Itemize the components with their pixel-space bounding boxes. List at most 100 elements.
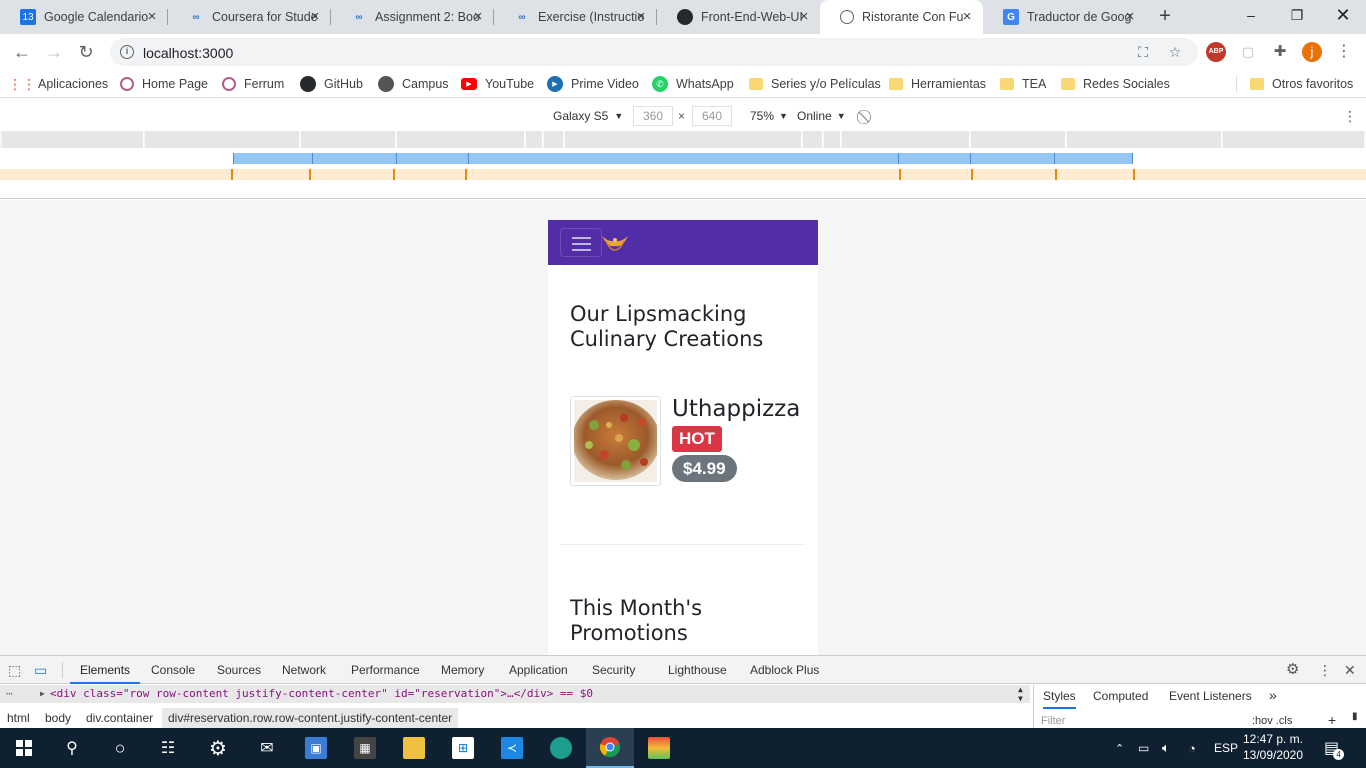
store-icon[interactable]: ⊞ [439,728,487,768]
window-close-icon[interactable]: ✕ [1320,0,1366,30]
tab-application[interactable]: Application [509,656,568,684]
close-icon[interactable]: × [633,9,649,25]
bookmark-campus[interactable]: Campus [378,75,449,93]
tab-exercise[interactable]: ∞ Exercise (Instructio × [494,0,657,34]
close-icon[interactable]: × [144,9,160,25]
bookmark-star-icon[interactable]: ☆ [1166,43,1184,61]
bookmark-otros-favoritos[interactable]: Otros favoritos [1250,75,1353,93]
ruler-segment[interactable] [1223,131,1365,148]
wifi-icon[interactable]: ◔ [1188,728,1196,768]
menu-kebab-icon[interactable]: ⋮ [1334,42,1354,62]
zoom-select[interactable]: 75% ▼ [750,106,788,126]
tab-computed[interactable]: Computed [1093,689,1148,703]
ruler-segment[interactable] [2,131,144,148]
ruler-segment[interactable] [565,131,802,148]
chrome-icon[interactable] [586,728,634,768]
tab-google-calendar[interactable]: 13 Google Calendario × [0,0,168,34]
bookmark-series[interactable]: Series y/o Películas [749,75,881,93]
more-options-icon[interactable]: ⋮ [1343,106,1357,126]
ruler-segment[interactable] [971,131,1066,148]
breadcrumb-container[interactable]: div.container [86,708,153,728]
tab-assignment[interactable]: ∞ Assignment 2: Boo × [331,0,494,34]
vscode-icon[interactable]: ≺ [488,728,536,768]
device-width-input[interactable]: 360 [633,106,673,126]
navbar-toggler-button[interactable] [560,228,602,257]
device-presets-ruler[interactable] [0,131,1366,148]
windows-start-icon[interactable] [0,728,48,768]
tab-network[interactable]: Network [282,656,326,684]
tab-ristorante[interactable]: Ristorante Con Fu × [820,0,983,34]
tab-elements[interactable]: Elements [70,656,141,684]
calculator-icon[interactable]: ▦ [341,728,389,768]
restaurant-logo-icon[interactable] [600,232,630,254]
more-tabs-icon[interactable]: » [1269,687,1277,703]
close-icon[interactable]: × [796,9,812,25]
ruler-segment[interactable] [301,131,396,148]
remote-desktop-icon[interactable]: ▣ [292,728,340,768]
bookmark-home-page[interactable]: Home Page [120,75,208,93]
toggle-sidebar-icon[interactable]: ▮ [1352,711,1358,722]
tab-github[interactable]: Front-End-Web-UI × [657,0,820,34]
dom-tree-selected-node[interactable]: ⋯ ▶ <div class="row row-content justify-… [0,685,1030,703]
reload-icon[interactable]: ↻ [74,40,98,64]
ellipsis-icon[interactable]: ⋯ [6,685,13,703]
devtools-menu-icon[interactable]: ⋮ [1318,656,1332,684]
media-query-bar-max-width[interactable] [233,153,1133,164]
bookmark-ferrum[interactable]: Ferrum [222,75,284,93]
bookmark-whatsapp[interactable]: ✆ WhatsApp [652,75,734,93]
scroll-arrows-icon[interactable]: ▲ ▼ [1018,685,1023,703]
network-throttle-select[interactable]: Online ▼ [797,106,846,126]
task-view-icon[interactable]: ☷ [144,728,192,768]
back-icon[interactable]: ← [10,40,34,64]
tab-security[interactable]: Security [592,656,635,684]
file-explorer-icon[interactable] [390,728,438,768]
system-clock[interactable]: 12:47 p. m. 13/09/2020 [1240,731,1306,763]
ruler-segment[interactable] [1067,131,1222,148]
close-icon[interactable]: × [307,9,323,25]
extension-placeholder-icon[interactable]: ▢ [1238,42,1258,62]
settings-gear-icon[interactable]: ⚙ [1286,656,1299,684]
device-height-input[interactable]: 640 [692,106,732,126]
url-text[interactable]: localhost:3000 [143,45,233,61]
close-icon[interactable]: × [1122,9,1138,25]
tab-memory[interactable]: Memory [441,656,484,684]
tab-coursera[interactable]: ∞ Coursera for Stude × [168,0,331,34]
media-query-bar-min-width[interactable] [0,169,1366,180]
restore-icon[interactable]: ❐ [1274,0,1320,30]
close-icon[interactable]: × [959,9,975,25]
bookmark-apps[interactable]: ⋮⋮ Aplicaciones [8,75,108,93]
bookmark-prime-video[interactable]: ▶ Prime Video [547,75,639,93]
tab-styles[interactable]: Styles [1043,689,1076,709]
ruler-segment[interactable] [397,131,525,148]
tab-lighthouse[interactable]: Lighthouse [668,656,727,684]
tab-sources[interactable]: Sources [217,656,261,684]
tab-performance[interactable]: Performance [351,656,420,684]
tab-adblock-plus[interactable]: Adblock Plus [750,656,819,684]
address-bar[interactable]: i localhost:3000 ⛶ ☆ [110,38,1198,66]
tray-show-hidden-icon[interactable]: ⌃ [1115,728,1124,768]
translate-page-icon[interactable]: ⛶ [1134,43,1152,61]
device-select[interactable]: Galaxy S5 ▼ [553,106,623,126]
volume-icon[interactable]: 🔈︎ [1162,728,1170,768]
bookmark-herramientas[interactable]: Herramientas [889,75,986,93]
site-info-icon[interactable]: i [120,45,134,59]
search-icon[interactable]: ⚲ [48,728,96,768]
breadcrumb-reservation[interactable]: div#reservation.row.row-content.justify-… [162,708,459,728]
close-icon[interactable]: × [470,9,486,25]
expand-triangle-icon[interactable]: ▶ [40,685,45,703]
new-style-rule-icon[interactable]: + [1328,712,1336,728]
styles-filter-input[interactable]: Filter [1041,715,1065,727]
inspect-element-icon[interactable]: ⬚ [8,656,26,684]
forward-icon[interactable]: → [42,40,66,64]
edge-icon[interactable] [537,728,585,768]
ruler-segment[interactable] [803,131,823,148]
battery-icon[interactable]: ▭ [1138,728,1149,768]
new-tab-icon[interactable]: + [1155,6,1175,26]
device-toggle-icon[interactable]: ▭ [34,656,52,684]
profile-avatar[interactable]: j [1302,42,1322,62]
mail-icon[interactable]: ✉ [243,728,291,768]
settings-icon[interactable]: ⚙ [194,728,242,768]
bookmark-tea[interactable]: TEA [1000,75,1046,93]
notifications-icon[interactable]: ▤ 4 [1324,728,1350,768]
adblock-icon[interactable]: ABP [1206,42,1226,62]
